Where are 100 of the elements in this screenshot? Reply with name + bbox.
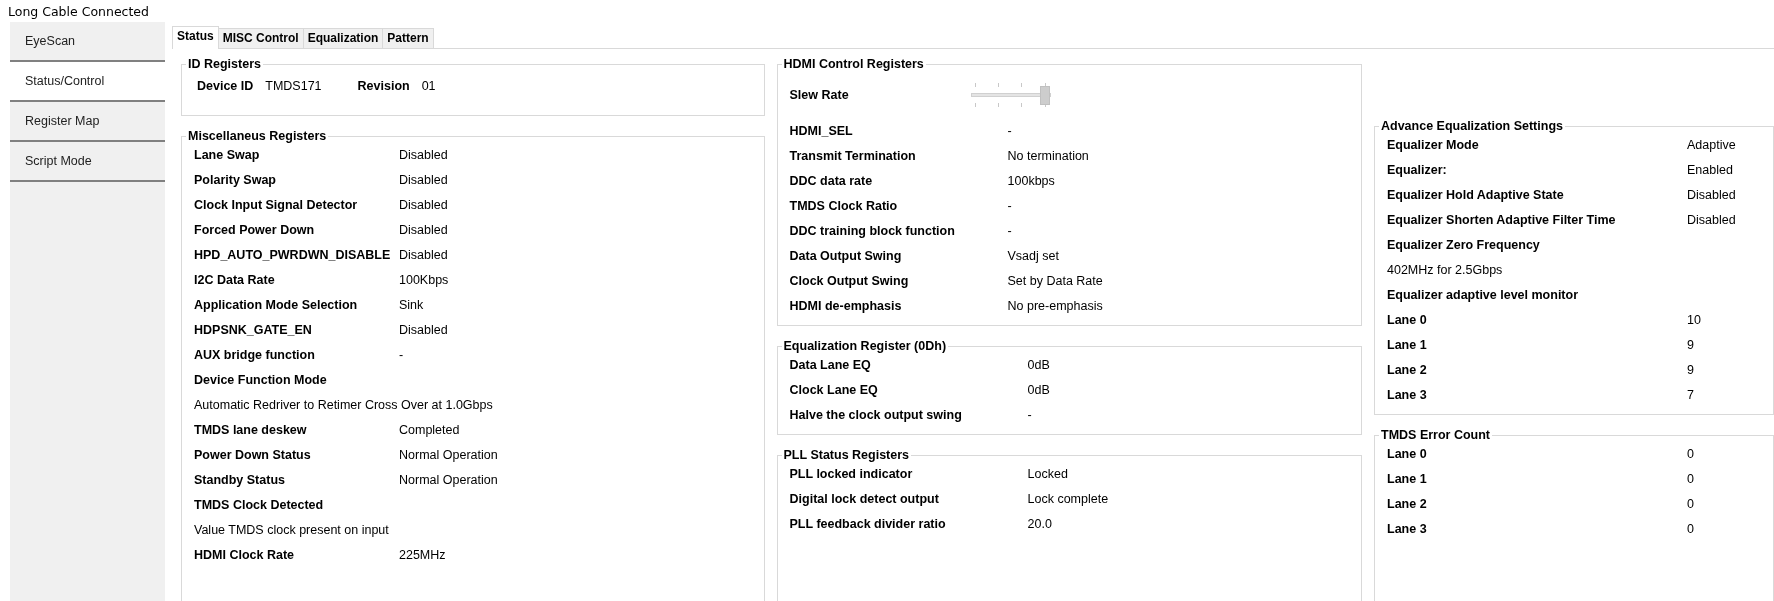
field-label: Lane Swap [194,147,261,165]
field-value: 402MHz for 2.5Gbps [1387,262,1503,280]
field-value: - [1007,123,1012,141]
field-value: Disabled [1687,187,1736,205]
field-label: HDMI de-emphasis [789,298,903,316]
field-value: Sink [399,297,424,315]
field-label: Lane 1 [1387,337,1428,355]
field-value: 10 [1687,312,1701,330]
field-value: Disabled [399,172,448,190]
field-label: TMDS Clock Detected [194,497,324,515]
field-label: Slew Rate [789,86,850,104]
sidebar-item[interactable]: Status/Control [10,62,165,102]
field-value: Disabled [399,147,448,165]
field-value: - [1027,407,1032,425]
group-title: Advance Equalization Settings [1380,119,1564,133]
field-value: Disabled [399,222,448,240]
window-title: Long Cable Connected [7,3,150,21]
field-label: Polarity Swap [194,172,277,190]
group-title: HDMI Control Registers [782,57,925,71]
field-value: - [399,347,404,365]
field-label: Equalizer adaptive level monitor [1387,287,1579,305]
slider-thumb[interactable] [1039,86,1050,105]
field-value: 100Kbps [399,272,449,290]
field-value: Automatic Redriver to Retimer Cross Over at 1.0Gbps [194,397,493,415]
field-label: Device ID [197,77,254,95]
field-label: Clock Input Signal Detector [194,197,359,215]
field-value: Adaptive [1687,137,1736,155]
field-value: Completed [399,422,460,440]
field-label: Lane 0 [1387,312,1428,330]
field-label: Lane 0 [1387,446,1428,464]
field-value: Disabled [399,322,448,340]
tab[interactable]: MISC Control [217,28,304,48]
field-label: Revision [357,77,410,95]
field-label: HDPSNK_GATE_EN [194,322,313,340]
field-label: Lane 1 [1387,471,1428,489]
field-label: Halve the clock output swing [789,407,963,425]
field-value: 0 [1687,471,1694,489]
field-value: Vsadj set [1007,248,1059,266]
field-value: Lock complete [1027,491,1109,509]
field-value: No termination [1007,148,1089,166]
field-label: Digital lock detect output [789,491,940,509]
field-value: Set by Data Rate [1007,273,1103,291]
field-label: DDC data rate [789,173,874,191]
field-value: TMDS171 [265,77,322,95]
group-title: PLL Status Registers [782,448,911,462]
field-label: Application Mode Selection [194,297,359,315]
group-title: Miscellaneus Registers [187,129,328,143]
field-label: HDMI_SEL [789,123,854,141]
field-label: Device Function Mode [194,372,327,390]
field-value: 01 [421,77,436,95]
field-value: Value TMDS clock present on input [194,522,389,540]
field-value: Disabled [1687,212,1736,230]
field-value: 0dB [1027,382,1050,400]
field-value: Disabled [399,247,448,265]
field-label: Lane 2 [1387,362,1428,380]
field-label: Clock Output Swing [789,273,910,291]
field-value: Normal Operation [399,447,498,465]
group-title: TMDS Error Count [1380,428,1492,442]
field-label: Forced Power Down [194,222,316,240]
tab[interactable]: Equalization [302,28,384,48]
field-label: TMDS lane deskew [194,422,308,440]
field-value: - [1007,223,1012,241]
field-label: Clock Lane EQ [789,382,879,400]
group-title: ID Registers [187,57,262,71]
field-value: - [1007,198,1012,216]
field-value: 9 [1687,337,1694,355]
field-value: 225MHz [399,547,446,565]
field-value: 0 [1687,446,1694,464]
field-label: PLL feedback divider ratio [789,516,947,534]
field-label: HDMI Clock Rate [194,547,296,565]
field-label: TMDS Clock Ratio [789,198,899,216]
field-label: Lane 2 [1387,496,1428,514]
field-value: 20.0 [1027,516,1052,534]
field-value: 0 [1687,521,1694,539]
field-label: I2C Data Rate [194,272,276,290]
field-label: Data Lane EQ [789,357,872,375]
field-label: Equalizer Mode [1387,137,1480,155]
field-value: Normal Operation [399,472,498,490]
field-label: Standby Status [194,472,286,490]
field-label: PLL locked indicator [789,466,914,484]
field-label: Lane 3 [1387,387,1428,405]
field-label: HPD_AUTO_PWRDWN_DISABLE [194,247,392,265]
field-value: Enabled [1687,162,1733,180]
field-label: Equalizer: [1387,162,1448,180]
field-label: Power Down Status [194,447,312,465]
field-label: Equalizer Shorten Adaptive Filter Time [1387,212,1617,230]
group-title: Equalization Register (0Dh) [782,339,948,353]
field-value: 7 [1687,387,1694,405]
tab[interactable]: Pattern [382,28,434,48]
field-value: 0dB [1027,357,1050,375]
field-value: 0 [1687,496,1694,514]
field-label: AUX bridge function [194,347,316,365]
field-value: No pre-emphasis [1007,298,1103,316]
tab[interactable]: Status [172,26,219,49]
field-label: Data Output Swing [789,248,903,266]
field-value: Locked [1027,466,1068,484]
field-value: 100kbps [1007,173,1055,191]
field-label: Lane 3 [1387,521,1428,539]
field-label: Equalizer Hold Adaptive State [1387,187,1565,205]
field-label: Transmit Termination [789,148,917,166]
